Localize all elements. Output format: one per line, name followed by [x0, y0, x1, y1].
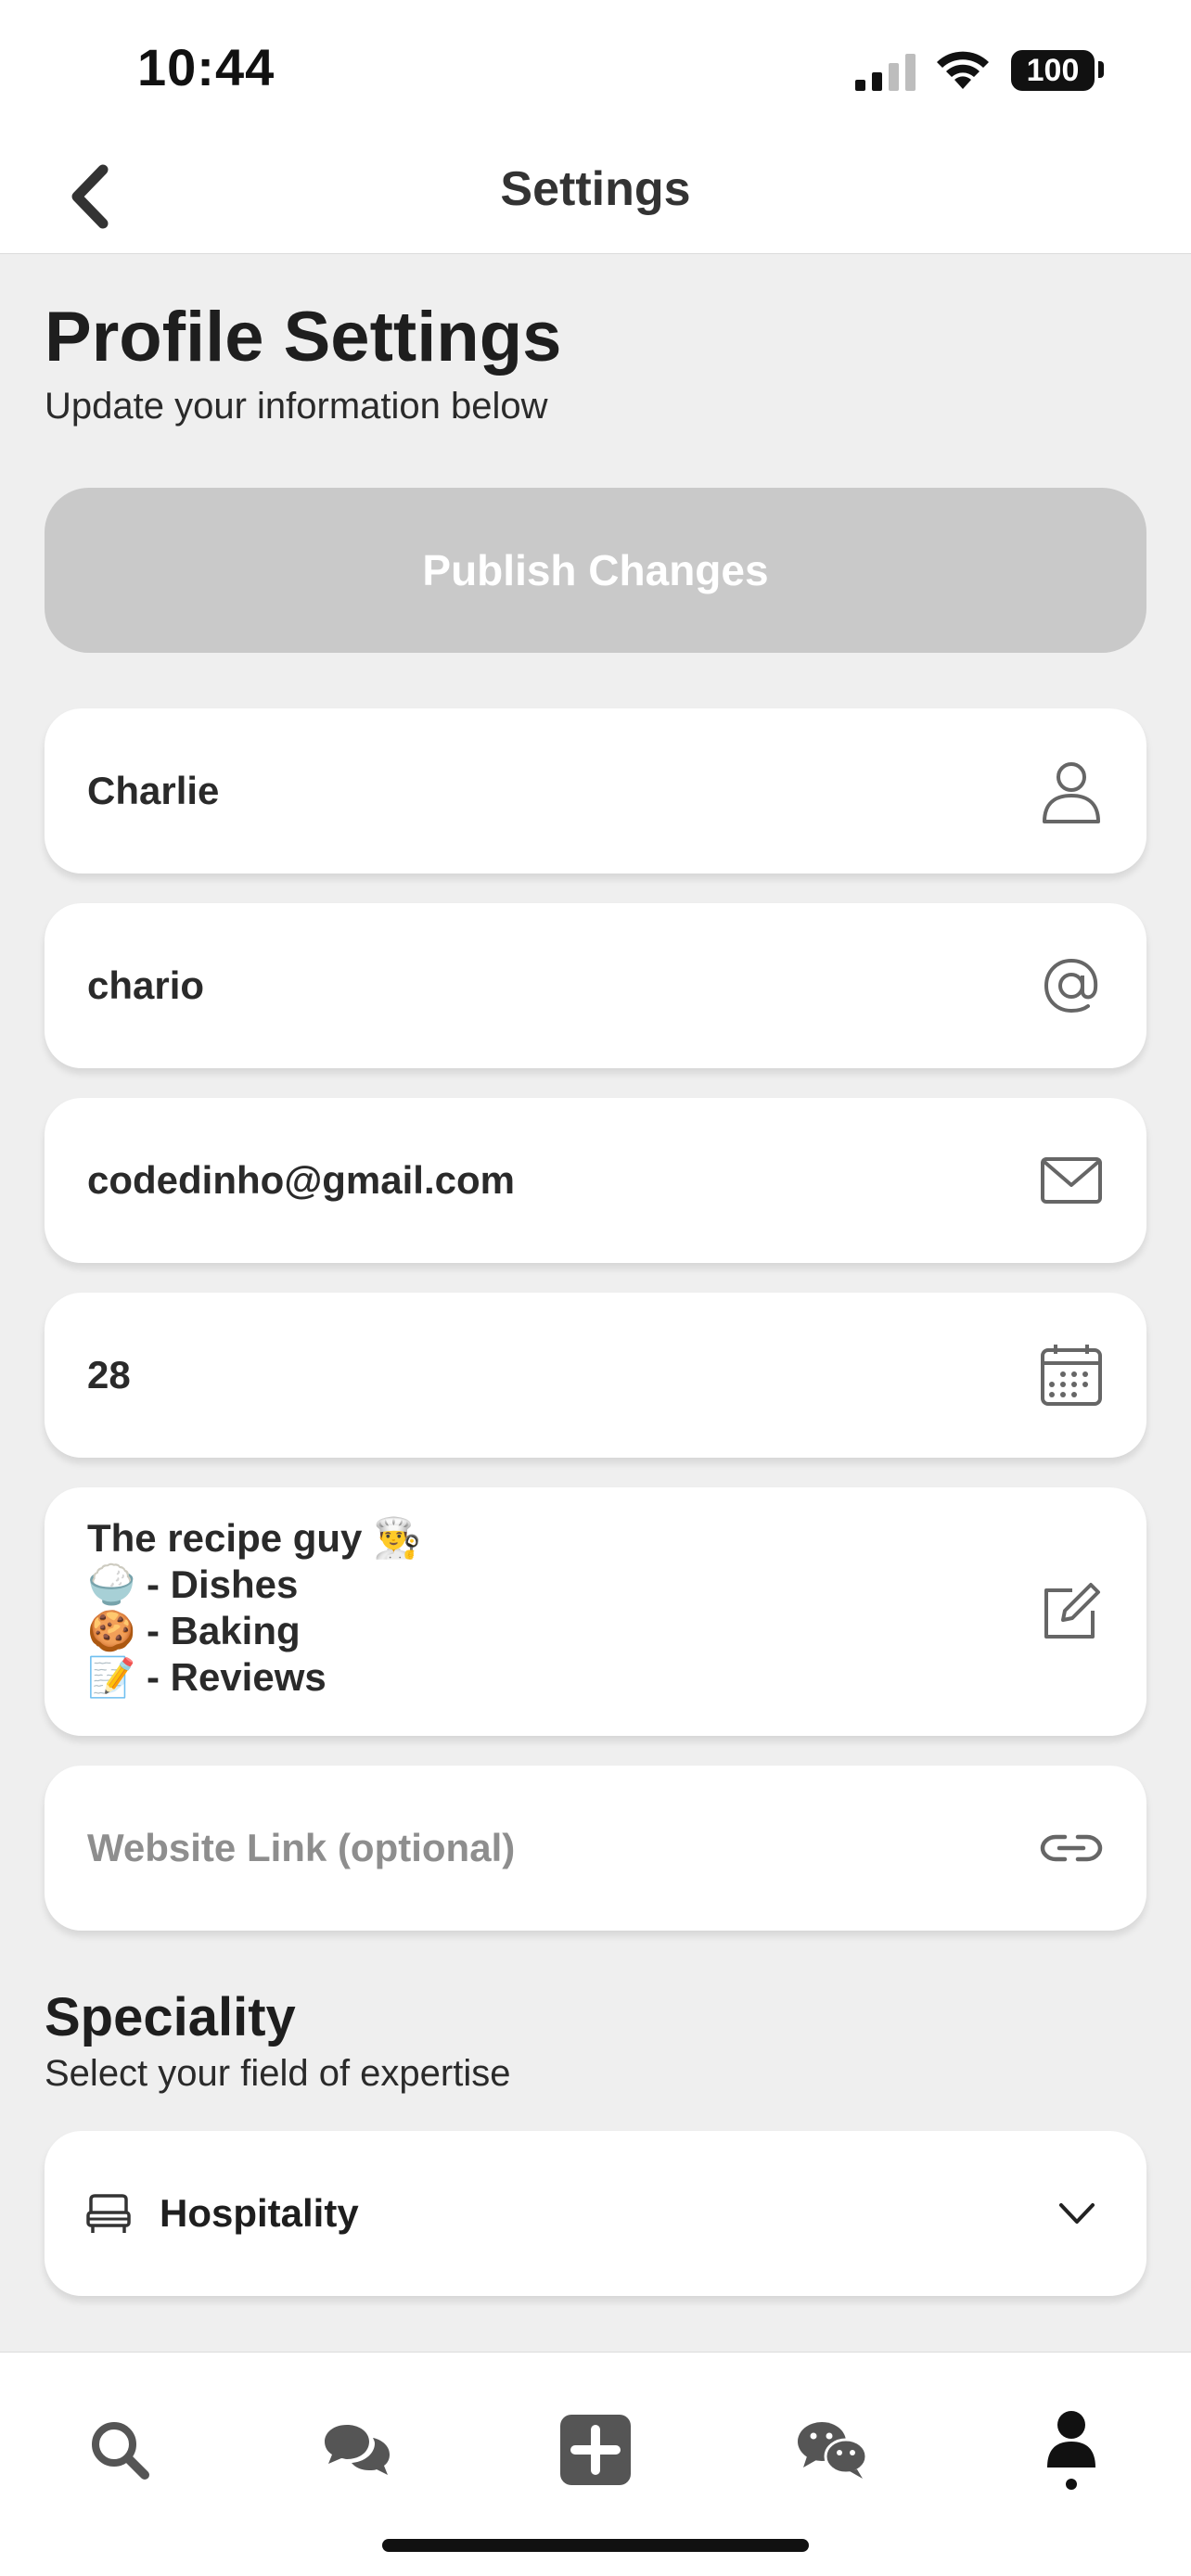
bio-line: 🍪 - Baking [87, 1609, 301, 1652]
bed-icon [86, 2194, 131, 2233]
envelope-icon [1041, 1157, 1102, 1204]
at-icon [1044, 958, 1098, 1014]
nav-header: Settings [0, 139, 1191, 254]
status-time: 10:44 [137, 38, 275, 96]
speciality-subtitle: Select your field of expertise [45, 2053, 511, 2094]
speciality-title: Speciality [45, 1987, 296, 2047]
page-title: Profile Settings [45, 298, 562, 376]
speciality-select[interactable]: Hospitality [45, 2131, 1146, 2296]
battery-tip [1098, 61, 1104, 78]
tab-messages[interactable] [306, 2399, 408, 2501]
name-value: Charlie [87, 769, 220, 812]
link-icon [1040, 1834, 1103, 1862]
email-value: codedinho@gmail.com [87, 1158, 515, 1202]
calendar-icon [1041, 1345, 1102, 1406]
home-indicator [382, 2539, 809, 2552]
page-subtitle: Update your information below [45, 386, 548, 427]
signal-icon [855, 54, 916, 91]
bio-field[interactable]: The recipe guy 👨‍🍳 🍚 - Dishes 🍪 - Baking… [45, 1487, 1146, 1736]
email-field[interactable]: codedinho@gmail.com [45, 1098, 1146, 1263]
chat-bubbles-icon [325, 2425, 390, 2475]
plus-square-icon [560, 2415, 631, 2485]
speciality-value: Hospitality [160, 2191, 359, 2235]
tab-profile[interactable] [1020, 2399, 1122, 2501]
status-bar: 10:44 100 [0, 0, 1191, 139]
bio-text: The recipe guy 👨‍🍳 🍚 - Dishes 🍪 - Baking… [87, 1515, 421, 1701]
battery-icon: 100 [1011, 50, 1095, 91]
wechat-icon [798, 2422, 868, 2479]
username-field[interactable]: chario [45, 903, 1146, 1068]
bio-line: The recipe guy 👨‍🍳 [87, 1516, 422, 1560]
age-value: 28 [87, 1353, 131, 1396]
tab-community[interactable] [782, 2399, 884, 2501]
age-field[interactable]: 28 [45, 1293, 1146, 1458]
website-field[interactable]: Website Link (optional) [45, 1766, 1146, 1931]
chevron-down-icon [1059, 2203, 1095, 2224]
tab-create[interactable] [544, 2399, 647, 2501]
search-icon [92, 2422, 149, 2480]
nav-title: Settings [500, 162, 691, 216]
username-value: chario [87, 963, 205, 1007]
bio-line: 📝 - Reviews [87, 1655, 327, 1699]
bio-line: 🍚 - Dishes [87, 1562, 299, 1606]
person-filled-icon [1047, 2411, 1095, 2490]
person-icon [1043, 762, 1100, 823]
edit-icon [1044, 1583, 1100, 1639]
wifi-icon [937, 51, 989, 89]
website-placeholder: Website Link (optional) [87, 1826, 516, 1869]
name-field[interactable]: Charlie [45, 708, 1146, 874]
publish-changes-button[interactable]: Publish Changes [45, 488, 1146, 653]
tab-search[interactable] [69, 2399, 171, 2501]
